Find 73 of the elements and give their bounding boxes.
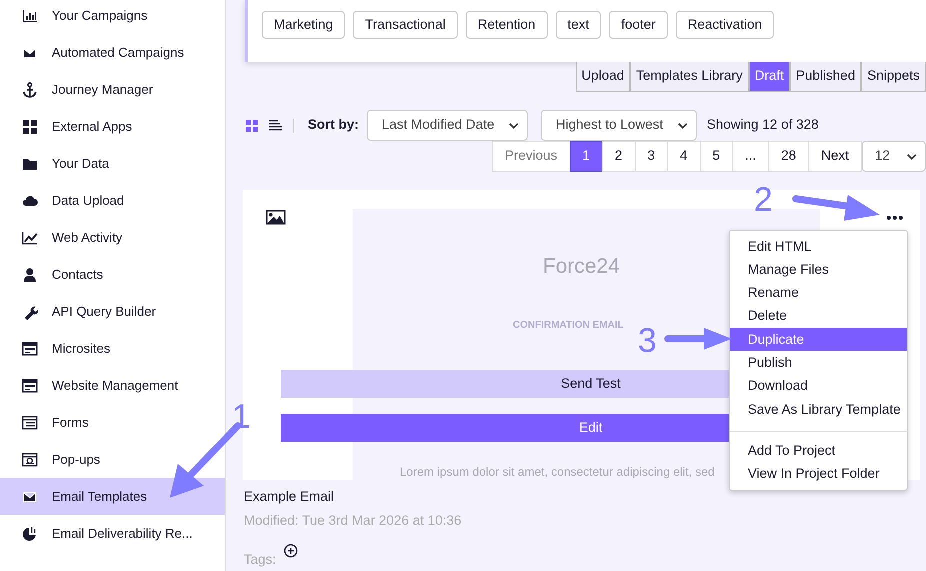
window-icon — [22, 340, 38, 356]
sidebar-item[interactable]: Data Upload — [0, 182, 225, 219]
pie-chart-icon — [22, 526, 38, 542]
sidebar-item[interactable]: Website Management — [0, 367, 225, 404]
anchor-icon — [22, 82, 38, 98]
add-tag-icon[interactable] — [284, 544, 298, 558]
grid-icon — [22, 118, 38, 134]
popup-icon — [22, 452, 38, 468]
form-icon — [22, 414, 38, 430]
sidebar-item[interactable]: Pop-ups — [0, 441, 225, 478]
tab[interactable]: Published — [790, 62, 862, 92]
tab[interactable]: Draft — [748, 62, 790, 92]
image-icon — [266, 210, 286, 225]
arrow-icon — [664, 326, 734, 352]
result-count: Showing 12 of 328 — [707, 116, 819, 134]
tab[interactable]: Templates Library — [630, 62, 749, 92]
tag-filter-button[interactable]: text — [556, 11, 602, 39]
sidebar-item[interactable]: Microsites — [0, 330, 225, 367]
sidebar-item[interactable]: Automated Campaigns — [0, 34, 225, 71]
chevron-icon — [907, 154, 917, 160]
window-icon — [22, 378, 38, 394]
sidebar-item[interactable]: API Query Builder — [0, 293, 225, 330]
more-icon[interactable] — [887, 216, 903, 220]
template-name: Example Email — [244, 488, 336, 506]
sidebar-item[interactable]: Forms — [0, 404, 225, 441]
tag-filter-button[interactable]: Reactivation — [676, 11, 774, 39]
list-view-icon[interactable] — [269, 120, 282, 131]
sidebar-item[interactable]: Contacts — [0, 256, 225, 293]
tag-filter-button[interactable]: Marketing — [262, 11, 346, 39]
page-link[interactable]: 5 — [700, 141, 734, 172]
sidebar-item[interactable]: Your Campaigns — [0, 0, 225, 34]
page-link[interactable]: 3 — [634, 141, 668, 172]
page-link[interactable]: 4 — [667, 141, 701, 172]
tab[interactable]: Upload — [576, 62, 630, 92]
sidebar-item[interactable]: Journey Manager — [0, 71, 225, 108]
sort-label: Sort by: — [308, 116, 360, 134]
sidebar-item[interactable]: Web Activity — [0, 219, 225, 256]
menu-item[interactable]: Edit HTML — [730, 235, 907, 258]
sidebar-item[interactable]: Email Deliverability Re... — [0, 515, 225, 552]
sort-order-select[interactable]: Highest to Lowest — [541, 110, 698, 141]
menu-item[interactable]: Delete — [730, 304, 907, 328]
tag-filter-button[interactable]: Transactional — [353, 11, 458, 39]
tab[interactable]: Snippets — [861, 62, 926, 92]
line-chart-icon — [22, 230, 38, 246]
preview-heading: CONFIRMATION EMAIL — [513, 319, 624, 333]
chevron-icon — [678, 122, 688, 128]
menu-item[interactable]: Rename — [730, 282, 907, 305]
sidebar-item[interactable]: Email Templates — [0, 478, 225, 515]
page-link[interactable]: 28 — [768, 141, 810, 172]
chevron-icon — [509, 122, 520, 128]
person-icon — [22, 266, 38, 282]
sort-field-select[interactable]: Last Modified Date — [367, 110, 528, 141]
bar-chart-icon — [22, 8, 38, 24]
page-link[interactable]: ... — [732, 141, 770, 172]
logo-text: Force24 — [543, 254, 620, 280]
page-link[interactable]: 1 — [570, 141, 604, 172]
modified-date: Modified: Tue 3rd Mar 2026 at 10:36 — [244, 512, 462, 530]
menu-item[interactable]: Manage Files — [730, 258, 907, 282]
tag-filter-button[interactable]: Retention — [466, 11, 548, 39]
step-number: 3 — [638, 324, 657, 358]
step-number: 2 — [754, 183, 773, 217]
page-link[interactable]: Next — [808, 141, 862, 172]
tags-label: Tags: — [244, 550, 276, 569]
sidebar-item[interactable]: External Apps — [0, 108, 225, 145]
sidebar-item[interactable]: Your Data — [0, 145, 225, 182]
grid-view-icon[interactable] — [246, 120, 258, 132]
menu-item[interactable]: View In Project Folder — [730, 462, 907, 486]
tag-filter-button[interactable]: footer — [609, 11, 668, 39]
menu-item[interactable]: Duplicate — [730, 328, 907, 352]
per-page-select[interactable]: 12 — [862, 141, 926, 172]
menu-item[interactable]: Add To Project — [730, 439, 907, 463]
page-link[interactable]: 2 — [602, 141, 636, 172]
preview-text: Lorem ipsum dolor sit amet, consectetur adipiscing elit, sed — [400, 464, 715, 481]
